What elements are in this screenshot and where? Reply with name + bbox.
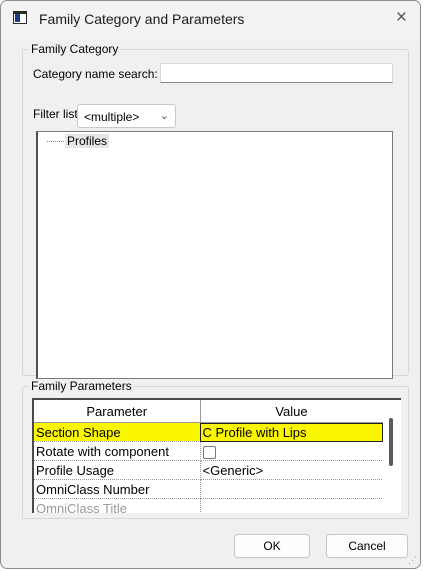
parameter-value[interactable]: [200, 441, 383, 461]
filter-list-label: Filter list:: [33, 107, 81, 121]
parameter-name: OmniClass Number: [34, 479, 201, 499]
family-parameters-legend: Family Parameters: [28, 379, 135, 393]
table-row[interactable]: Profile Usage <Generic>: [34, 460, 383, 480]
category-tree[interactable]: Profiles: [36, 131, 393, 379]
parameter-name: Profile Usage: [34, 460, 201, 480]
column-header-value[interactable]: Value: [200, 400, 383, 423]
ok-button[interactable]: OK: [234, 534, 310, 558]
title-bar: Family Category and Parameters ×: [1, 1, 420, 39]
parameter-name: OmniClass Title: [34, 498, 201, 513]
parameters-scrollbar[interactable]: [383, 398, 401, 513]
close-icon[interactable]: ×: [396, 8, 407, 27]
app-window-icon: [13, 11, 27, 24]
category-search-input[interactable]: [160, 63, 393, 83]
parameter-value[interactable]: [200, 498, 383, 513]
filter-list-value: <multiple>: [84, 110, 140, 124]
family-category-dialog: Family Category and Parameters × Family …: [0, 0, 421, 569]
column-header-parameter[interactable]: Parameter: [34, 400, 201, 423]
scrollbar-thumb[interactable]: [389, 418, 393, 466]
family-category-legend: Family Category: [28, 42, 122, 56]
tree-connector: [47, 141, 64, 143]
parameters-grid[interactable]: Parameter Value Section Shape C Profile …: [32, 398, 383, 513]
parameter-name: Rotate with component: [34, 441, 201, 461]
table-row[interactable]: Rotate with component: [34, 441, 383, 461]
tree-item-profiles[interactable]: Profiles: [65, 134, 110, 148]
parameter-value[interactable]: C Profile with Lips: [200, 422, 383, 442]
table-row[interactable]: OmniClass Number: [34, 479, 383, 499]
chevron-down-icon: ⌄: [159, 110, 169, 122]
cancel-button[interactable]: Cancel: [326, 534, 408, 558]
window-title: Family Category and Parameters: [39, 11, 245, 27]
category-search-label: Category name search:: [33, 67, 158, 81]
resize-grip-icon[interactable]: ⋰: [408, 556, 417, 565]
parameter-name: Section Shape: [34, 422, 201, 442]
table-row[interactable]: Section Shape C Profile with Lips: [34, 422, 383, 442]
rotate-with-component-checkbox[interactable]: [202, 445, 216, 459]
parameter-value[interactable]: [200, 479, 383, 499]
filter-list-dropdown[interactable]: <multiple> ⌄: [77, 104, 176, 128]
table-row[interactable]: OmniClass Title: [34, 498, 383, 513]
parameter-value[interactable]: <Generic>: [200, 460, 383, 480]
